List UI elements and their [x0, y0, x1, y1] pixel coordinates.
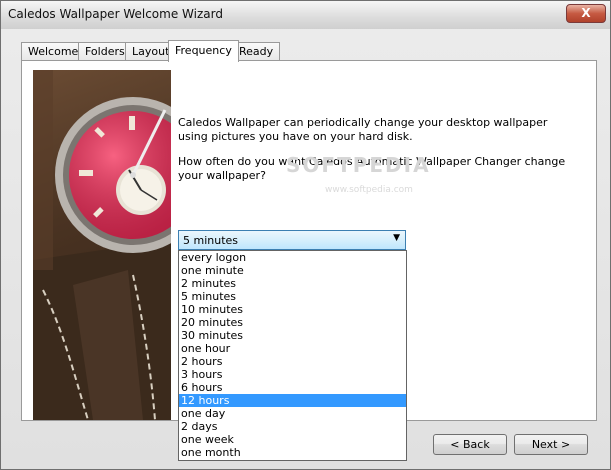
- tab-welcome[interactable]: Welcome: [21, 42, 86, 61]
- window-title: Caledos Wallpaper Welcome Wizard: [8, 7, 223, 21]
- wizard-window: Caledos Wallpaper Welcome Wizard X Welco…: [0, 0, 611, 470]
- frequency-option[interactable]: 6 hours: [179, 381, 406, 394]
- frequency-dropdown[interactable]: 5 minutes ▼: [178, 230, 406, 250]
- tab-folders[interactable]: Folders: [78, 42, 132, 61]
- frequency-option[interactable]: one minute: [179, 264, 406, 277]
- frequency-option[interactable]: 2 days: [179, 420, 406, 433]
- frequency-option[interactable]: every logon: [179, 251, 406, 264]
- wristwatch-image: [33, 70, 171, 420]
- frequency-option[interactable]: 20 minutes: [179, 316, 406, 329]
- frequency-option[interactable]: 10 minutes: [179, 303, 406, 316]
- softpedia-watermark-url: www.softpedia.com: [325, 185, 413, 195]
- frequency-option[interactable]: one week: [179, 433, 406, 446]
- frequency-option[interactable]: 3 hours: [179, 368, 406, 381]
- close-button[interactable]: X: [566, 4, 606, 23]
- frequency-option[interactable]: 2 minutes: [179, 277, 406, 290]
- frequency-option[interactable]: 30 minutes: [179, 329, 406, 342]
- chevron-down-icon[interactable]: ▼: [393, 233, 400, 243]
- frequency-dropdown-value: 5 minutes: [183, 234, 239, 247]
- frequency-options-list[interactable]: every logon one minute 2 minutes 5 minutes 1…: [178, 250, 407, 461]
- back-button[interactable]: < Back: [433, 434, 507, 455]
- tab-ready[interactable]: Ready: [232, 42, 281, 61]
- next-button[interactable]: Next >: [514, 434, 588, 455]
- frequency-option[interactable]: 12 hours: [179, 394, 406, 407]
- frequency-option[interactable]: one hour: [179, 342, 406, 355]
- frequency-option[interactable]: 5 minutes: [179, 290, 406, 303]
- title-bar[interactable]: Caledos Wallpaper Welcome Wizard X: [1, 1, 610, 29]
- frequency-option[interactable]: 2 hours: [179, 355, 406, 368]
- intro-text: Caledos Wallpaper can periodically chang…: [178, 116, 548, 143]
- frequency-option[interactable]: one day: [179, 407, 406, 420]
- tab-frequency[interactable]: Frequency: [168, 40, 239, 62]
- close-icon: X: [581, 6, 591, 20]
- frequency-option[interactable]: one month: [179, 446, 406, 459]
- softpedia-watermark: SOFTPEDIA: [286, 153, 431, 177]
